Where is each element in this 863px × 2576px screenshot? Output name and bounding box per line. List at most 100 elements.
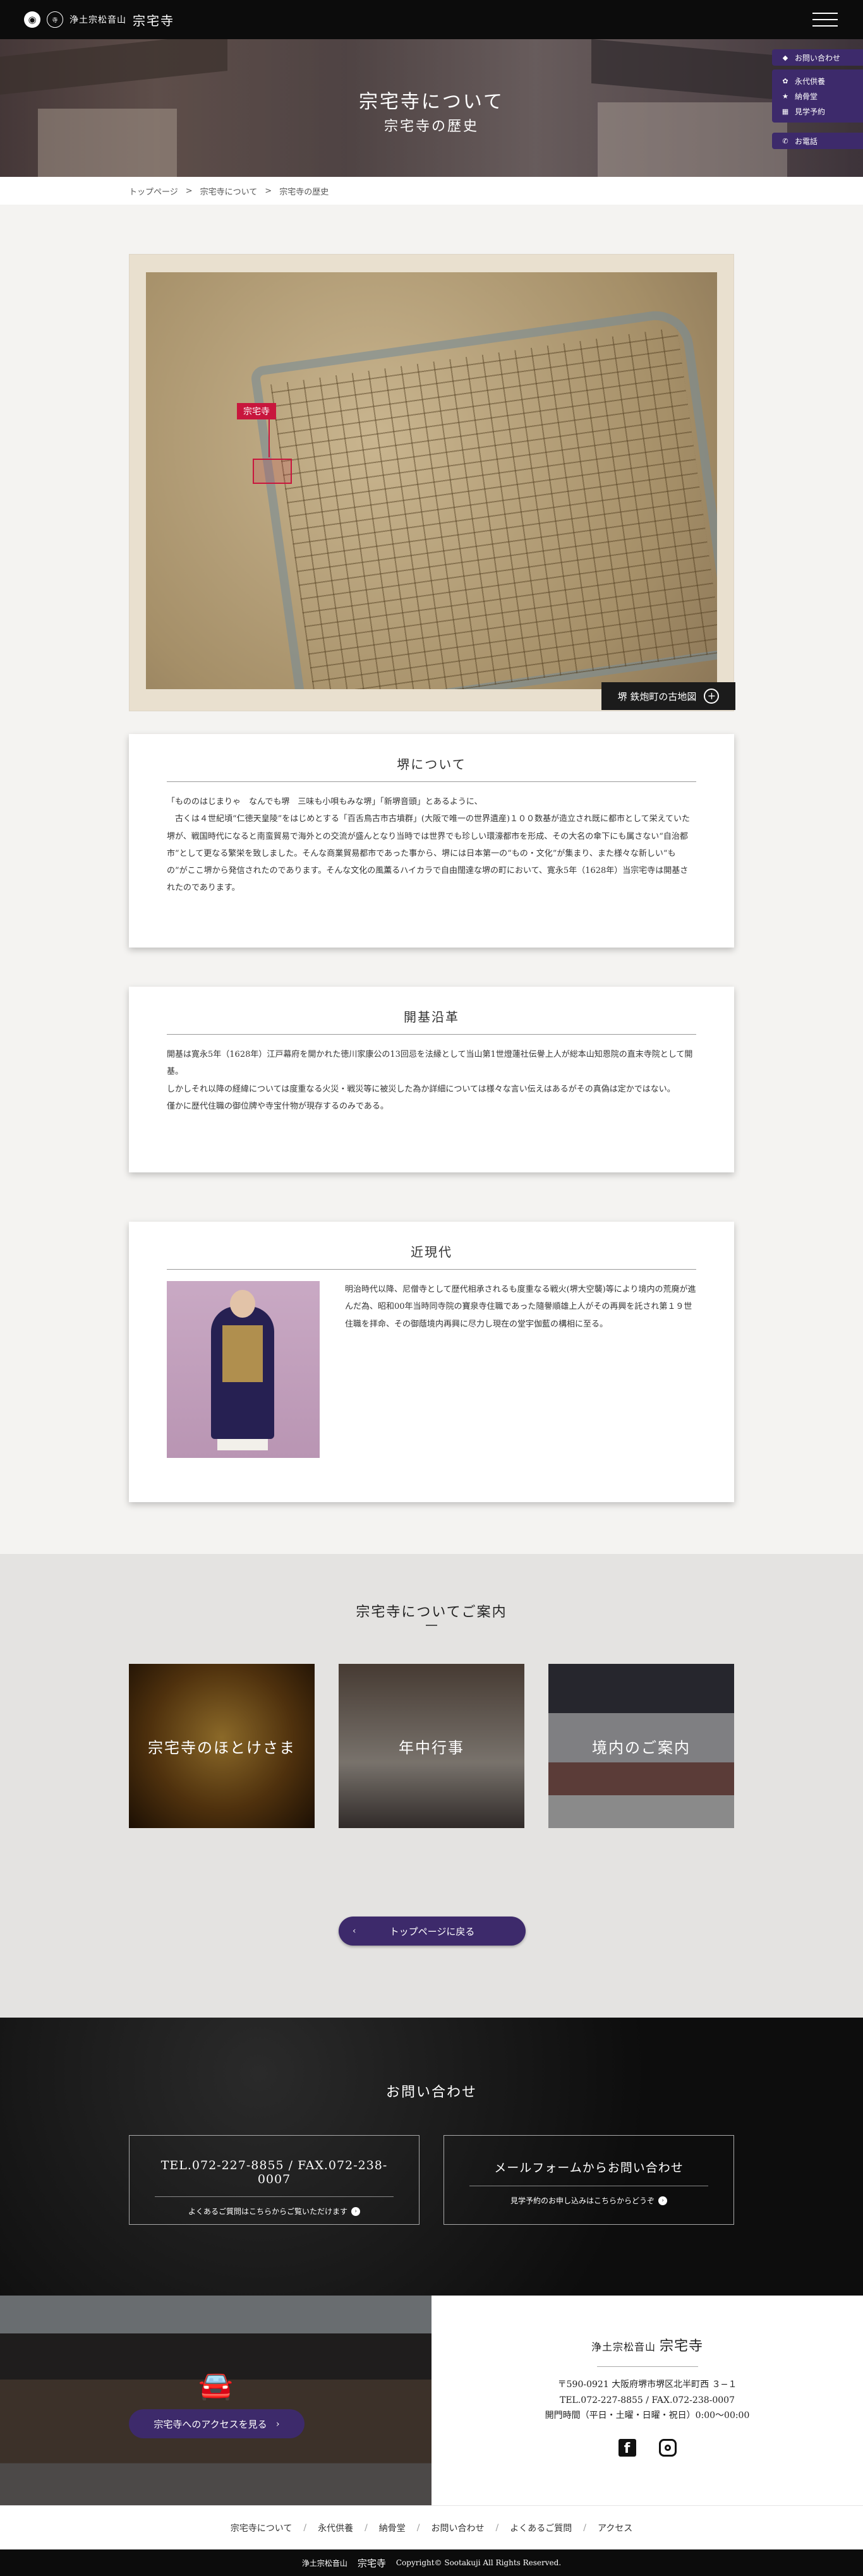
footer-nav: 宗宅寺について / 永代供養 / 納骨堂 / お問い合わせ / よくあるご質問 … bbox=[0, 2505, 863, 2549]
hero-banner: 宗宅寺について 宗宅寺の歴史 bbox=[0, 39, 863, 177]
instagram-icon[interactable] bbox=[658, 2438, 677, 2457]
tile-events[interactable]: 年中行事 bbox=[339, 1664, 524, 1828]
gem-icon: ◆ bbox=[782, 53, 788, 62]
side-menu-nokotsu[interactable]: ★ 納骨堂 bbox=[772, 88, 863, 104]
star-icon: ★ bbox=[782, 92, 788, 100]
tile-label: 境内のご案内 bbox=[592, 1738, 691, 1757]
section-title: 近現代 bbox=[167, 1242, 696, 1270]
side-menu-eitai[interactable]: ✿ 永代供養 bbox=[772, 73, 863, 88]
guide-section: 宗宅寺についてご案内 宗宅寺のほとけさま 年中行事 境内のご案内 ‹ トップペー… bbox=[0, 1554, 863, 2018]
side-menu-link-label: 見学予約 bbox=[795, 107, 826, 116]
chevron-right-icon: › bbox=[275, 2418, 280, 2429]
tile-grounds[interactable]: 境内のご案内 bbox=[548, 1664, 734, 1828]
arrow-right-icon: › bbox=[351, 2206, 360, 2216]
lotus-icon: ✿ bbox=[782, 76, 788, 85]
map-caption-label: 堺 鉄炮町の古地図 bbox=[617, 690, 697, 702]
access-address: 〒590-0921 大阪府堺市堺区北半町西 ３−１ bbox=[557, 2380, 737, 2390]
phone-icon: ✆ bbox=[782, 136, 788, 145]
page-title: 宗宅寺について bbox=[358, 91, 505, 113]
page-subtitle: 宗宅寺の歴史 bbox=[383, 119, 479, 135]
contact-phone-sub: よくあるご質問はこちらからご覧いただけます › bbox=[130, 2206, 419, 2217]
section-body: 開基は寛永5年（1628年）江戸幕府を開かれた徳川家康公の13回忌を法縁として当… bbox=[167, 1050, 693, 1111]
contact-phone-sub-label: よくあるご質問はこちらからご覧いただけます bbox=[188, 2207, 347, 2216]
breadcrumb-current: 宗宅寺の歴史 bbox=[279, 187, 329, 197]
hamburger-line bbox=[812, 13, 838, 14]
section-title: 堺について bbox=[167, 754, 696, 782]
zoom-plus-icon: + bbox=[704, 689, 720, 704]
footer-link-nokotsu[interactable]: 納骨堂 bbox=[379, 2522, 406, 2534]
footer-link-access[interactable]: アクセス bbox=[598, 2522, 632, 2534]
side-menu-inquiry[interactable]: ◆ お問い合わせ bbox=[772, 49, 863, 66]
contact-form-box[interactable]: メールフォームからお問い合わせ 見学予約のお申し込みはこちらからどうぞ › bbox=[444, 2135, 734, 2225]
footer-link-contact[interactable]: お問い合わせ bbox=[431, 2522, 485, 2534]
site-logo[interactable]: ◉ 寺 浄土宗松音山 宗宅寺 bbox=[24, 11, 174, 29]
breadcrumb: トップページ > 宗宅寺について > 宗宅寺の歴史 bbox=[0, 177, 863, 205]
temple-crest-icon: ◉ bbox=[24, 11, 40, 28]
side-menu-phone-label: お電話 bbox=[795, 136, 818, 146]
footer-link-eitai[interactable]: 永代供養 bbox=[318, 2522, 353, 2534]
old-map-figure[interactable] bbox=[129, 254, 734, 711]
access-tel: TEL.072-227-8855 / FAX.072-238-0007 bbox=[559, 2395, 735, 2405]
tile-buddha[interactable]: 宗宅寺のほとけさま bbox=[129, 1664, 315, 1828]
side-menu-visit[interactable]: ▦ 見学予約 bbox=[772, 104, 863, 119]
breadcrumb-about[interactable]: 宗宅寺について bbox=[200, 185, 258, 197]
map-marker-label: 宗宅寺 bbox=[237, 403, 276, 419]
access-name: 宗宅寺 bbox=[660, 2338, 704, 2354]
section-title: 開基沿革 bbox=[167, 1007, 696, 1035]
hamburger-line bbox=[812, 25, 838, 27]
logo-temple-name: 宗宅寺 bbox=[133, 13, 174, 28]
copy-sect: 浄土宗松音山 bbox=[301, 2558, 347, 2568]
section-founding: 開基沿革 開基は寛永5年（1628年）江戸幕府を開かれた徳川家康公の13回忌を法… bbox=[129, 987, 734, 1172]
contact-form-sub: 見学予約のお申し込みはこちらからどうぞ › bbox=[444, 2195, 733, 2206]
hamburger-line bbox=[812, 19, 838, 20]
arrow-right-icon: › bbox=[658, 2196, 667, 2205]
map-caption-button[interactable]: 堺 鉄炮町の古地図 + bbox=[601, 682, 735, 710]
access-info: 浄土宗松音山 宗宅寺 〒590-0921 大阪府堺市堺区北半町西 ３−１ TEL.… bbox=[431, 2296, 863, 2505]
facebook-icon[interactable]: f bbox=[618, 2438, 636, 2457]
contact-phone: TEL.072-227-8855 / FAX.072-238-0007 bbox=[155, 2158, 394, 2197]
side-menu-phone[interactable]: ✆ お電話 bbox=[772, 133, 863, 149]
contact-title: お問い合わせ bbox=[385, 2085, 477, 2100]
footer-link-faq[interactable]: よくあるご質問 bbox=[510, 2522, 572, 2534]
footer-separator: / bbox=[495, 2522, 499, 2533]
temple-seal-icon: 寺 bbox=[47, 11, 63, 28]
back-button-label: トップページに戻る bbox=[389, 1925, 475, 1937]
section-body: 明治時代以降、尼僧寺として歴代相承されるも度重なる戦火(堺大空襲)等により境内の… bbox=[345, 1285, 696, 1329]
breadcrumb-separator: > bbox=[185, 186, 193, 196]
tile-label: 年中行事 bbox=[399, 1738, 464, 1757]
map-marker-box bbox=[253, 459, 292, 484]
footer-link-about[interactable]: 宗宅寺について bbox=[231, 2522, 293, 2534]
contact-phone-box[interactable]: TEL.072-227-8855 / FAX.072-238-0007 よくある… bbox=[129, 2135, 419, 2225]
footer-separator: / bbox=[416, 2522, 420, 2533]
side-menu-link-label: 永代供養 bbox=[795, 76, 826, 86]
footer-separator: / bbox=[365, 2522, 368, 2533]
breadcrumb-home[interactable]: トップページ bbox=[129, 185, 178, 197]
side-menu: ◆ お問い合わせ ✿ 永代供養 ★ 納骨堂 ▦ 見学予約 ✆ お電話 bbox=[772, 49, 863, 150]
hero-title-block: 宗宅寺について 宗宅寺の歴史 bbox=[0, 91, 863, 135]
access-section: 🚘 宗宅寺へのアクセスを見る › 浄土宗松音山 宗宅寺 〒590-0921 大阪府… bbox=[0, 2296, 863, 2505]
car-icon: 🚘 bbox=[198, 2369, 233, 2402]
side-menu-group: ✿ 永代供養 ★ 納骨堂 ▦ 見学予約 bbox=[772, 69, 863, 123]
map-marker-line bbox=[269, 419, 270, 457]
copyright-bar: 浄土宗松音山 宗宅寺 Copyright© Sootakuji All Righ… bbox=[0, 2549, 863, 2576]
footer-separator: / bbox=[303, 2522, 307, 2533]
access-button[interactable]: 宗宅寺へのアクセスを見る › bbox=[129, 2409, 305, 2438]
section-sakai: 堺について 「もののはじまりゃ なんでも堺 三味も小唄もみな堺」「新堺音頭」とあ… bbox=[129, 734, 734, 948]
access-divider bbox=[596, 2366, 698, 2367]
priest-portrait bbox=[167, 1281, 320, 1458]
calendar-icon: ▦ bbox=[782, 107, 789, 116]
chevron-left-icon: ‹ bbox=[353, 1926, 356, 1936]
back-to-top-button[interactable]: ‹ トップページに戻る bbox=[339, 1917, 526, 1946]
side-menu-link-label: 納骨堂 bbox=[795, 92, 818, 101]
portrait-feet bbox=[217, 1439, 268, 1450]
access-temple-name: 浄土宗松音山 宗宅寺 bbox=[431, 2335, 863, 2355]
breadcrumb-separator: > bbox=[265, 186, 272, 196]
hamburger-menu-icon[interactable] bbox=[812, 13, 838, 27]
access-button-label: 宗宅寺へのアクセスを見る bbox=[154, 2418, 267, 2430]
copy-name: 宗宅寺 bbox=[357, 2557, 386, 2569]
copyright-text: Copyright© Sootakuji All Rights Reserved… bbox=[395, 2558, 562, 2567]
guide-title: 宗宅寺についてご案内 bbox=[356, 1604, 507, 1620]
side-menu-inquiry-label: お問い合わせ bbox=[795, 53, 841, 63]
section-modern: 近現代 明治時代以降、尼僧寺として歴代相承されるも度重なる戦火(堺大空襲)等によ… bbox=[129, 1222, 734, 1502]
hero-roof-shape bbox=[0, 39, 227, 96]
